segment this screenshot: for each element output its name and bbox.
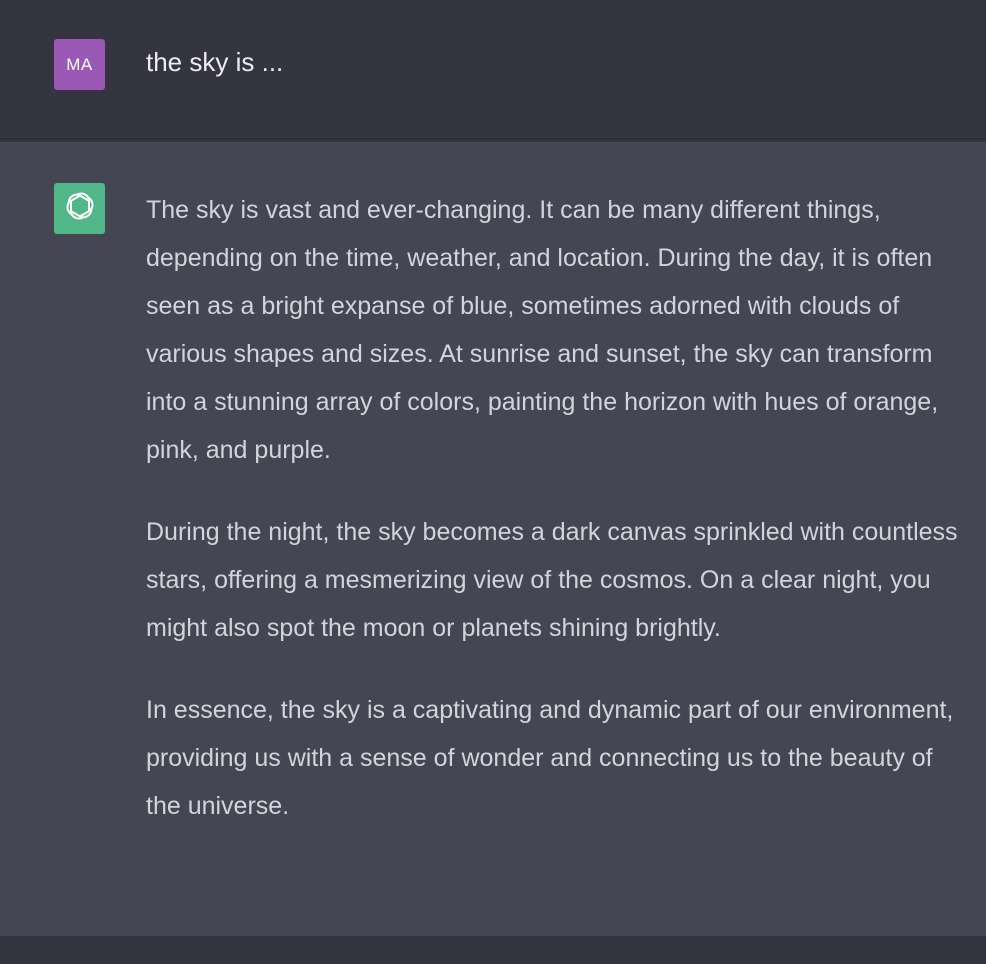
assistant-paragraph: The sky is vast and ever-changing. It ca… [146,196,939,464]
assistant-paragraph: During the night, the sky becomes a dark… [146,518,958,642]
bottom-background-strip [0,936,986,964]
assistant-message-text: The sky is vast and ever-changing. It ca… [146,186,966,830]
openai-logo-icon [62,188,98,229]
user-message-row: MA the sky is ... [0,0,986,140]
user-message-text: the sky is ... [146,47,284,77]
assistant-paragraph: In essence, the sky is a captivating and… [146,696,954,820]
chat-thread: MA the sky is ... The sky is vast and ev… [0,0,986,964]
user-avatar-initials: MA [66,54,93,74]
assistant-avatar [54,183,105,234]
user-avatar: MA [54,39,105,90]
